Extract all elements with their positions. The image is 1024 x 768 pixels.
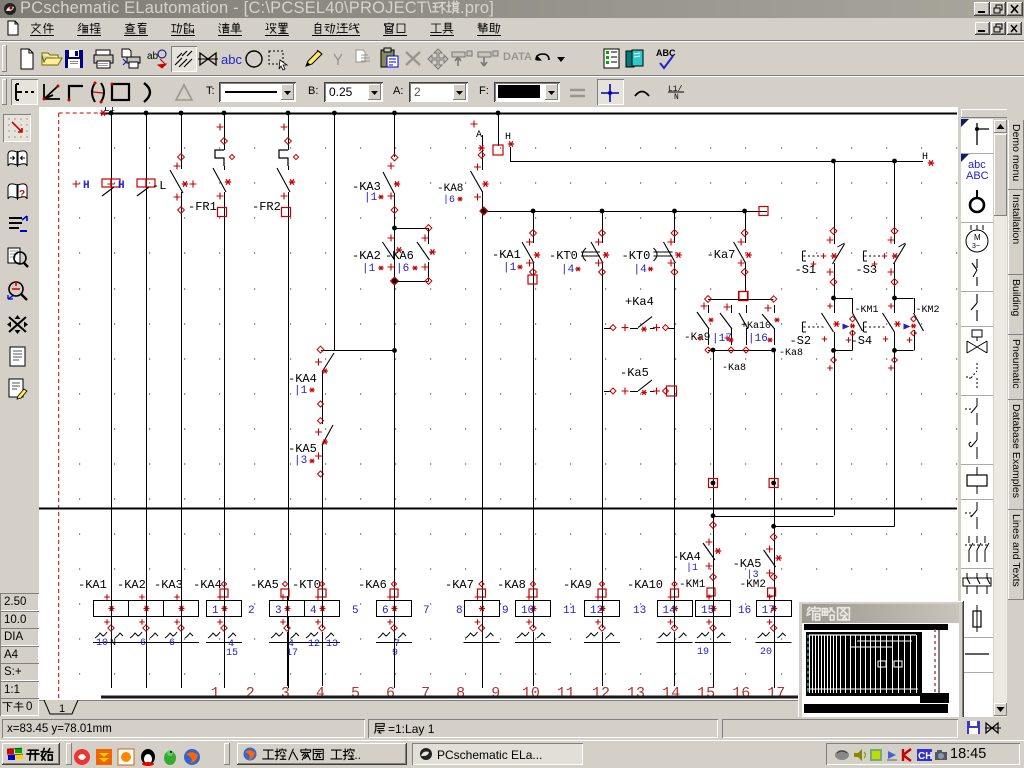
svg-text:8: 8 — [456, 605, 463, 617]
svg-text:H: H — [922, 152, 928, 163]
svg-text:6: 6 — [169, 638, 175, 649]
svg-text:17: 17 — [762, 605, 775, 617]
svg-text:-KA4: -KA4 — [193, 578, 222, 592]
svg-text:-KT0: -KT0 — [292, 578, 321, 592]
svg-text:-KA1: -KA1 — [78, 578, 107, 592]
svg-text:-KA2: -KA2 — [117, 578, 146, 592]
svg-text:-L: -L — [152, 179, 166, 193]
svg-text:3~: 3~ — [972, 243, 980, 250]
svg-text:6: 6 — [140, 638, 146, 649]
svg-text:4: 4 — [310, 605, 317, 617]
svg-text:-KM1: -KM1 — [855, 305, 879, 316]
svg-text:|1: |1 — [364, 192, 378, 204]
svg-text:13: 13 — [326, 639, 338, 650]
svg-text:|4: |4 — [561, 264, 575, 276]
svg-text:-Ka8: -Ka8 — [779, 348, 803, 359]
svg-text:-KA5: -KA5 — [250, 578, 279, 592]
svg-text:|4: |4 — [634, 264, 648, 276]
svg-text:10: 10 — [96, 638, 108, 649]
svg-text:-KA6: -KA6 — [385, 249, 414, 263]
svg-text:7: 7 — [423, 605, 430, 617]
svg-text:ABC: ABC — [966, 170, 989, 182]
svg-text:16: 16 — [738, 605, 751, 617]
svg-text:-KA8: -KA8 — [497, 578, 526, 592]
svg-text:10: 10 — [521, 605, 534, 617]
svg-text:|17: |17 — [712, 333, 732, 345]
svg-text:A: A — [476, 130, 482, 141]
svg-text:-KA4: -KA4 — [672, 550, 701, 564]
svg-text:19: 19 — [697, 647, 709, 658]
svg-text:abc: abc — [221, 52, 242, 67]
svg-text:N: N — [110, 638, 116, 649]
svg-text:|1: |1 — [294, 385, 308, 397]
svg-text:-KA8: -KA8 — [437, 183, 463, 195]
svg-text:+Ka4: +Ka4 — [625, 295, 654, 309]
svg-text:15: 15 — [226, 648, 238, 659]
svg-text:ab: ab — [147, 51, 159, 62]
svg-text:3: 3 — [275, 605, 282, 617]
svg-text:|6: |6 — [396, 263, 409, 275]
svg-text:-KA7: -KA7 — [445, 578, 474, 592]
svg-text:12: 12 — [308, 639, 320, 650]
svg-text:H: H — [505, 132, 511, 143]
svg-text:-Ka8: -Ka8 — [722, 363, 746, 374]
svg-text:-KM1: -KM1 — [679, 579, 706, 591]
svg-text:2: 2 — [248, 605, 255, 617]
svg-text:-S2: -S2 — [790, 334, 812, 348]
svg-text:-KA9: -KA9 — [563, 578, 592, 592]
svg-text:-KT0: -KT0 — [622, 249, 651, 263]
svg-text:-KA3: -KA3 — [154, 578, 183, 592]
svg-text:-KT0: -KT0 — [549, 249, 578, 263]
svg-text:12: 12 — [590, 605, 603, 617]
svg-text:9: 9 — [392, 648, 398, 659]
svg-text:|3: |3 — [294, 455, 307, 467]
svg-text:|1: |1 — [503, 262, 517, 274]
svg-text:1: 1 — [59, 703, 65, 715]
svg-text:-KA6: -KA6 — [358, 578, 387, 592]
svg-text:11: 11 — [563, 605, 577, 617]
svg-text:-FR1: -FR1 — [188, 200, 217, 214]
svg-text:-KM2: -KM2 — [916, 305, 940, 316]
svg-text:|1: |1 — [362, 263, 376, 275]
svg-text:-KA5: -KA5 — [288, 442, 317, 456]
svg-text:|1: |1 — [686, 562, 698, 574]
svg-text:|16: |16 — [748, 333, 768, 345]
svg-text:CH: CH — [918, 751, 932, 762]
svg-text:5: 5 — [352, 605, 359, 617]
svg-text:-Ka5: -Ka5 — [620, 366, 649, 380]
svg-text:-S3: -S3 — [856, 263, 878, 277]
svg-text:N: N — [674, 93, 679, 102]
svg-text:?: ? — [19, 189, 25, 200]
svg-text:M: M — [974, 233, 981, 242]
svg-text:6: 6 — [382, 605, 389, 617]
svg-text:20: 20 — [760, 647, 772, 658]
svg-text:-FR2: -FR2 — [252, 200, 281, 214]
svg-text:-Ka7: -Ka7 — [707, 248, 736, 262]
svg-text:13: 13 — [633, 605, 646, 617]
svg-text:+Ka10: +Ka10 — [741, 321, 771, 332]
svg-text:-KA2: -KA2 — [352, 249, 381, 263]
svg-text:-Ka9: -Ka9 — [684, 332, 710, 344]
svg-text:-KM2: -KM2 — [740, 579, 766, 591]
svg-text:15: 15 — [701, 605, 714, 617]
svg-text:-S1: -S1 — [795, 263, 817, 277]
svg-text:|6: |6 — [443, 194, 455, 206]
svg-text:H: H — [118, 180, 125, 192]
svg-text:-KA1: -KA1 — [492, 248, 521, 262]
svg-text:1: 1 — [212, 605, 219, 617]
svg-text:-S4: -S4 — [851, 334, 873, 348]
svg-text:9: 9 — [502, 605, 509, 617]
svg-text:-KA4: -KA4 — [288, 372, 317, 386]
svg-text:-KA10: -KA10 — [627, 578, 663, 592]
svg-text:H: H — [83, 180, 90, 192]
svg-text:-KA5: -KA5 — [733, 557, 762, 571]
